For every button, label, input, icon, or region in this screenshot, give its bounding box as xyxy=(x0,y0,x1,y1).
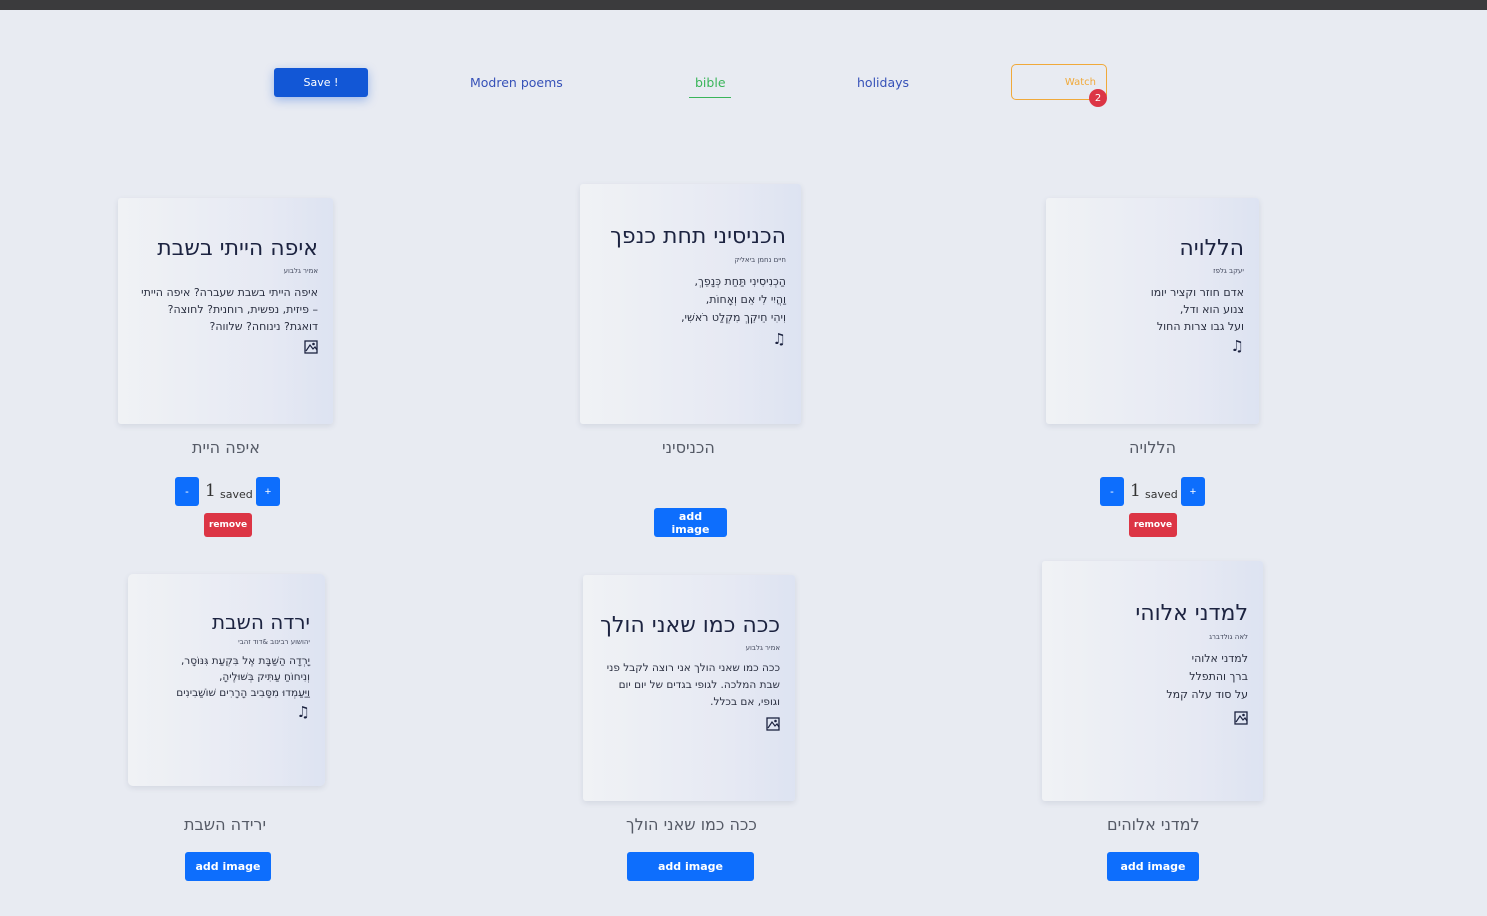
poem-card[interactable]: הכניסיני תחת כנפך חיים נחמן ביאליק הַכְנ… xyxy=(580,184,801,424)
poem-title: הכניסיני תחת כנפך xyxy=(610,224,786,249)
decrement-button[interactable]: - xyxy=(1100,477,1124,506)
saved-label: saved xyxy=(1145,488,1178,501)
poem-title: ככה כמו שאני הולך xyxy=(600,613,780,638)
add-image-button[interactable]: add image xyxy=(654,508,727,537)
poem-card[interactable]: ככה כמו שאני הולך אמיר גלבוע ככה כמו שאנ… xyxy=(583,575,795,801)
image-icon[interactable] xyxy=(766,717,780,734)
remove-button[interactable]: remove xyxy=(1129,513,1177,537)
window-top-bar xyxy=(0,0,1487,10)
poem-line: איפה הייתי בשבת שעברה? איפה הייתי xyxy=(141,286,318,299)
poem-author: חיים נחמן ביאליק xyxy=(734,256,786,264)
poem-caption: ירידה השבת xyxy=(184,815,267,834)
saved-label: saved xyxy=(220,488,253,501)
poem-caption: ככה כמו שאני הולך xyxy=(626,815,757,834)
poem-line: וַיַּעַמְדוּ מִסָּבִיב הָרָרִים שׁוֹשַׁב… xyxy=(176,687,310,699)
music-icon[interactable]: ♫ xyxy=(773,332,786,347)
image-icon[interactable] xyxy=(1234,711,1248,728)
poem-card[interactable]: למדני אלוהי לאה גולדברג למדני אלוהי ברך … xyxy=(1042,561,1263,801)
music-icon[interactable]: ♫ xyxy=(1231,339,1244,354)
increment-button[interactable]: + xyxy=(1181,477,1205,506)
poem-line: שבת המלכה. לגופי בגדים של יום יום xyxy=(618,679,780,691)
poem-line: וגופי, אם בכלל. xyxy=(710,696,780,708)
poem-line: על סוד עלה קמל xyxy=(1166,688,1248,701)
poem-line: למדני אלוהי xyxy=(1191,652,1248,665)
save-button[interactable]: Save ! xyxy=(274,68,368,97)
poem-caption: למדני אלוהים xyxy=(1107,815,1200,834)
add-image-button[interactable]: add image xyxy=(185,852,271,881)
poem-title: למדני אלוהי xyxy=(1135,601,1248,626)
nav-link-bible[interactable]: bible xyxy=(695,75,726,90)
poem-line: וְנִיחוֹחַ עַתִּיק בְּשׁוּלֶיהָ, xyxy=(219,671,310,683)
poem-line: וַהֲיִי לִי אֵם וְאָחוֹת, xyxy=(705,293,786,306)
poem-caption: הללויה xyxy=(1129,438,1177,457)
poem-title: איפה הייתי בשבת xyxy=(157,236,318,261)
nav-link-modern-poems[interactable]: Modren poems xyxy=(470,75,563,90)
poem-title: הללויה xyxy=(1179,236,1244,261)
poem-line: דואגת? נינוחה? שלווה? xyxy=(209,320,319,333)
nav-link-holidays[interactable]: holidays xyxy=(857,75,909,90)
poem-line: הַכְנִיסִינִי תַּחַת כְּנָפֵךְ, xyxy=(694,275,786,288)
image-icon[interactable] xyxy=(304,340,318,357)
poem-card[interactable]: ירדה השבת יהושוע רבינוב &דוד זהבי יָרְדָ… xyxy=(128,574,325,786)
poem-line: צנוע הוא ודל, xyxy=(1179,303,1244,316)
poem-card[interactable]: איפה הייתי בשבת אמיר גלבוע איפה הייתי בש… xyxy=(118,198,333,424)
poem-caption: איפה היית xyxy=(192,438,260,457)
poem-author: יעקב גלפז xyxy=(1213,267,1244,275)
active-tab-underline xyxy=(689,97,731,98)
poem-line: ועל גבו צרות החול xyxy=(1156,320,1244,333)
poem-author: יהושוע רבינוב &דוד זהבי xyxy=(238,638,310,646)
poem-title: ירדה השבת xyxy=(211,610,310,634)
poem-card[interactable]: הללויה יעקב גלפז אדם חוזר וקציר יומו צנו… xyxy=(1046,198,1259,424)
watch-count-badge: 2 xyxy=(1089,89,1107,107)
poem-line: יָרְדָה הַשַּׁבָּת אֶל בִּקְעַת גִּנּוֹס… xyxy=(180,655,310,667)
add-image-button[interactable]: add image xyxy=(627,852,754,881)
music-icon[interactable]: ♫ xyxy=(297,705,310,720)
increment-button[interactable]: + xyxy=(256,477,280,506)
poem-author: לאה גולדברג xyxy=(1209,633,1248,641)
poem-caption: הכניסיני xyxy=(662,438,715,457)
poem-author: אמיר גלבוע xyxy=(745,644,780,652)
add-image-button[interactable]: add image xyxy=(1107,852,1199,881)
decrement-button[interactable]: - xyxy=(175,477,199,506)
saved-count: 1 xyxy=(1130,481,1141,501)
poem-line: ברך והתפלל xyxy=(1189,670,1248,683)
remove-button[interactable]: remove xyxy=(204,513,252,537)
poem-line: ככה כמו שאני הולך אני רוצה לקבל פני xyxy=(606,662,780,674)
poem-author: אמיר גלבוע xyxy=(283,267,318,275)
poem-line: אדם חוזר וקציר יומו xyxy=(1150,286,1244,299)
saved-count: 1 xyxy=(205,481,216,501)
poem-line: – פיזית, נפשית, רוחנית? לחוצה? xyxy=(167,303,318,316)
poem-line: וִיהִי חֵיקֵךְ מִקְלַט רֹאשִׁי, xyxy=(681,311,786,324)
